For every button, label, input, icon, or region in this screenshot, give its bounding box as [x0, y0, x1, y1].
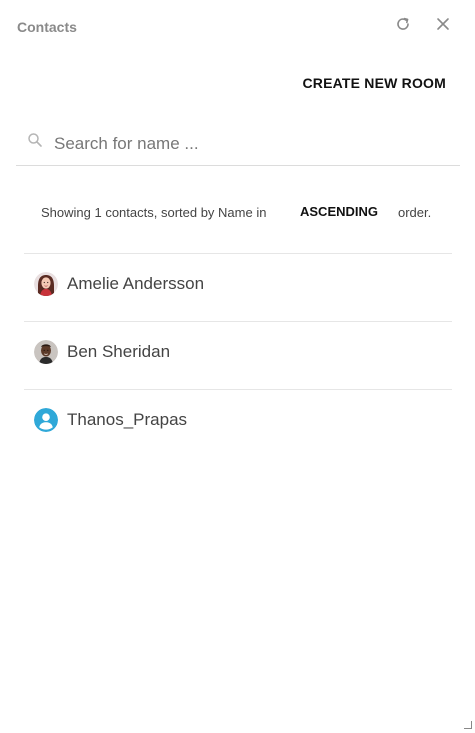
summary-text: Showing 1 contacts, sorted by Name in	[41, 205, 267, 220]
close-button[interactable]	[433, 14, 453, 34]
refresh-icon	[397, 17, 409, 30]
default-user-icon	[34, 408, 58, 432]
resize-handle[interactable]	[464, 721, 472, 729]
search-icon	[28, 133, 42, 147]
contacts-panel: Contacts CREATE NEW ROOM Showing 1 conta…	[0, 0, 475, 733]
avatar	[34, 272, 58, 296]
panel-header: Contacts	[0, 0, 475, 56]
contact-row-thanos-prapas[interactable]: Thanos_Prapas	[24, 390, 452, 457]
summary-tail: order.	[398, 205, 432, 220]
close-icon	[437, 18, 449, 30]
search-bar	[16, 122, 460, 166]
contact-name: Thanos_Prapas	[67, 410, 188, 429]
create-new-room-button[interactable]: CREATE NEW ROOM	[302, 75, 446, 91]
contact-list: Amelie Andersson Ben Sheridan Thanos_Pra…	[24, 254, 452, 457]
contact-name: Ben Sheridan	[67, 342, 171, 361]
search-input[interactable]	[54, 131, 444, 157]
contacts-summary: Showing 1 contacts, sorted by Name in AS…	[0, 203, 475, 223]
panel-title: Contacts	[17, 19, 77, 35]
sort-order-toggle[interactable]: ASCENDING	[300, 204, 378, 219]
refresh-button[interactable]	[393, 14, 413, 34]
avatar	[34, 340, 58, 364]
contact-name: Amelie Andersson	[67, 274, 205, 293]
contact-row-ben-sheridan[interactable]: Ben Sheridan	[24, 322, 452, 390]
contact-row-amelie-andersson[interactable]: Amelie Andersson	[24, 254, 452, 322]
